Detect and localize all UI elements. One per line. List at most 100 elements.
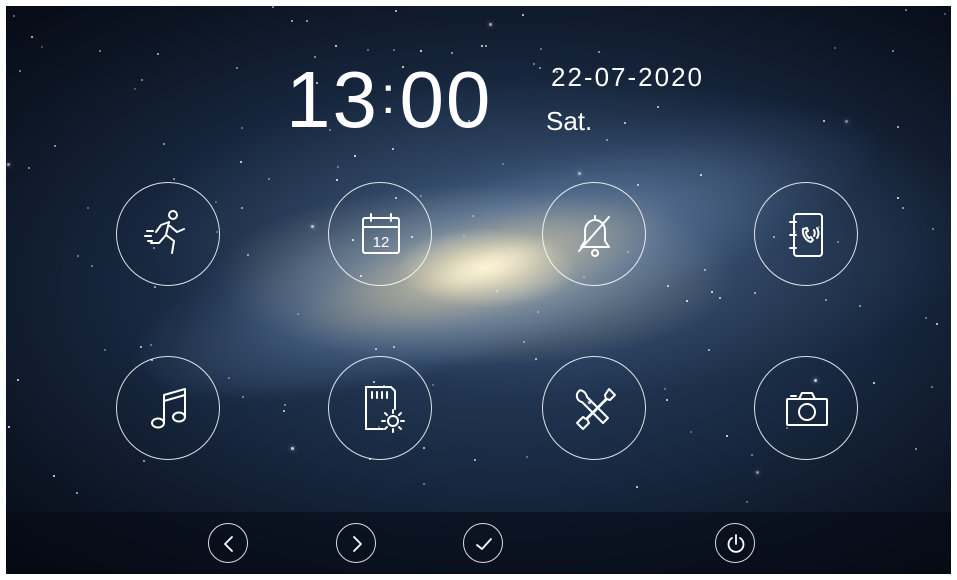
star (754, 292, 756, 294)
confirm-button[interactable] (463, 523, 503, 563)
star (537, 311, 539, 313)
do-not-disturb-bell-icon (578, 215, 610, 257)
star (845, 120, 848, 123)
calendar-icon: 12 (362, 213, 400, 254)
star (522, 14, 524, 16)
star (474, 459, 476, 461)
tools-settings-icon (575, 388, 616, 430)
star (423, 483, 425, 485)
intercom-button[interactable] (754, 182, 858, 286)
calendar-button[interactable]: 12 (328, 182, 432, 286)
star (420, 50, 422, 52)
star (54, 145, 56, 147)
star (240, 161, 242, 163)
star (540, 48, 542, 50)
star (154, 286, 156, 288)
star (104, 349, 106, 351)
star (76, 492, 78, 494)
star (606, 139, 608, 141)
star (272, 6, 274, 8)
chevron-left-icon (224, 536, 233, 552)
sd-card-settings-button[interactable] (328, 356, 432, 460)
star (87, 207, 89, 209)
star (77, 255, 79, 257)
star (535, 358, 537, 360)
star (667, 285, 669, 287)
star (932, 228, 934, 230)
star (163, 143, 165, 145)
star (873, 382, 875, 384)
star (944, 13, 946, 15)
star (931, 386, 933, 388)
tools-settings-button[interactable] (542, 356, 646, 460)
star (284, 404, 286, 406)
intercom-phonebook-icon (789, 213, 823, 257)
star (311, 225, 314, 228)
star (354, 155, 356, 157)
star (236, 67, 238, 69)
star (700, 174, 702, 176)
star (523, 341, 525, 343)
star (17, 379, 19, 381)
star (420, 195, 422, 197)
star (393, 346, 395, 348)
star (578, 172, 581, 175)
music-button[interactable] (116, 356, 220, 460)
camera-button[interactable] (754, 356, 858, 460)
star (19, 70, 21, 72)
star (915, 448, 917, 450)
star (704, 269, 706, 271)
star (489, 23, 492, 26)
star (892, 50, 894, 52)
star (825, 299, 827, 301)
star (395, 10, 397, 12)
star (336, 179, 338, 181)
star (451, 52, 453, 54)
star (496, 290, 498, 292)
star (367, 49, 369, 51)
star (393, 49, 395, 51)
star (140, 346, 142, 348)
star (7, 163, 10, 166)
star (666, 399, 668, 401)
star (690, 431, 692, 433)
star (925, 317, 927, 319)
home-screen: 13:00 22-07-2020 Sat. 12 (6, 6, 951, 574)
star (897, 126, 899, 128)
star (150, 344, 152, 346)
checkmark-icon (476, 538, 492, 550)
star (636, 486, 638, 488)
star (31, 36, 33, 38)
calendar-day: 12 (373, 234, 390, 251)
sd-card-settings-icon (365, 386, 405, 433)
next-button[interactable] (336, 523, 376, 563)
star (834, 47, 836, 49)
previous-button[interactable] (208, 523, 248, 563)
motion-detection-icon (144, 210, 185, 254)
motion-detection-button[interactable] (116, 182, 220, 286)
star (751, 454, 753, 456)
star (686, 300, 688, 302)
star (242, 396, 244, 398)
star (291, 447, 294, 450)
star (291, 20, 293, 22)
star (719, 297, 721, 299)
star (53, 475, 55, 477)
star (99, 50, 101, 52)
star (624, 122, 626, 124)
camera-icon (786, 392, 828, 426)
star (472, 215, 474, 217)
do-not-disturb-button[interactable] (542, 182, 646, 286)
star (533, 63, 535, 65)
star (756, 471, 759, 474)
star (297, 313, 299, 315)
star (215, 201, 217, 203)
star (337, 166, 339, 168)
chevron-right-icon (353, 536, 362, 552)
date-label: 22-07-2020 (551, 62, 704, 92)
star (8, 426, 10, 428)
star (423, 447, 425, 449)
star (335, 45, 337, 47)
star (41, 46, 43, 48)
power-button[interactable] (715, 523, 755, 563)
